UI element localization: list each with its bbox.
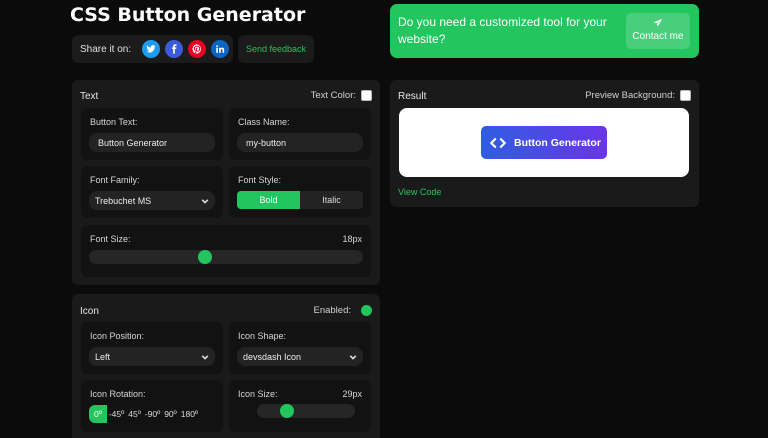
- send-feedback-link[interactable]: Send feedback: [238, 35, 314, 63]
- view-code-link[interactable]: View Code: [398, 187, 441, 197]
- icon-position-card: Icon Position: Left: [81, 322, 223, 374]
- icon-rotation-options: 0º -45º 45º -90º 90º 180º: [89, 405, 200, 423]
- icon-position-select[interactable]: Left: [89, 347, 215, 366]
- text-color-control: Text Color:: [311, 90, 372, 101]
- icon-size-slider-thumb[interactable]: [279, 404, 294, 418]
- preview-button[interactable]: Button Generator: [481, 126, 607, 159]
- icon-enabled-label: Enabled:: [313, 305, 351, 316]
- linkedin-icon: [216, 45, 225, 53]
- icon-panel-title: Icon: [80, 306, 99, 317]
- promo-text: Do you need a customized tool for your w…: [398, 15, 607, 46]
- preview-background-control: Preview Background:: [585, 90, 691, 101]
- promo-banner: Do you need a customized tool for your w…: [390, 4, 699, 58]
- chevron-down-icon: [201, 353, 209, 361]
- icon-shape-card: Icon Shape: devsdash Icon: [229, 322, 371, 374]
- result-panel: Result Preview Background: Button Genera…: [390, 80, 699, 207]
- text-color-label: Text Color:: [310, 90, 356, 101]
- icon-size-value: 29px: [342, 389, 362, 399]
- icon-size-slider[interactable]: [257, 404, 355, 418]
- icon-position-value: Left: [95, 351, 111, 362]
- preview-button-label: Button Generator: [514, 136, 601, 149]
- icon-rotation-card: Icon Rotation: 0º -45º 45º -90º 90º 180º: [81, 380, 223, 432]
- rotation-option-minus-90[interactable]: -90º: [143, 405, 162, 423]
- font-family-label: Font Family:: [90, 175, 140, 185]
- twitter-icon: [146, 45, 156, 53]
- rotation-option-90[interactable]: 90º: [162, 405, 179, 423]
- font-style-label: Font Style:: [238, 175, 282, 185]
- icon-size-label: Icon Size:: [238, 389, 278, 399]
- font-size-label: Font Size:: [90, 234, 131, 244]
- icon-shape-select[interactable]: devsdash Icon: [237, 347, 363, 366]
- font-size-slider-thumb[interactable]: [198, 250, 213, 264]
- font-size-card: Font Size: 18px: [81, 225, 371, 277]
- font-style-bold-option[interactable]: Bold: [237, 191, 300, 209]
- preview-area: Button Generator: [399, 108, 689, 177]
- icon-shape-value: devsdash Icon: [243, 351, 302, 362]
- icon-position-label: Icon Position:: [90, 331, 145, 341]
- facebook-icon: [172, 44, 177, 54]
- pinterest-icon: [192, 44, 202, 54]
- button-text-input[interactable]: Button Generator: [89, 133, 215, 152]
- text-color-swatch[interactable]: [361, 90, 372, 101]
- code-brackets-icon: [489, 137, 507, 148]
- icon-enabled-toggle[interactable]: [361, 305, 372, 316]
- rotation-option-0[interactable]: 0º: [89, 405, 107, 423]
- text-panel: Text Text Color: Button Text: Button Gen…: [72, 80, 380, 285]
- font-style-card: Font Style: Bold Italic: [229, 166, 371, 218]
- twitter-share-button[interactable]: [142, 40, 161, 58]
- facebook-share-button[interactable]: [165, 40, 184, 58]
- text-panel-title: Text: [80, 91, 99, 102]
- font-style-italic-option[interactable]: Italic: [300, 191, 363, 209]
- button-text-label: Button Text:: [90, 117, 138, 127]
- class-name-card: Class Name: my-button: [229, 108, 371, 160]
- contact-me-button[interactable]: Contact me: [626, 13, 690, 49]
- result-panel-title: Result: [398, 91, 427, 102]
- rotation-option-minus-45[interactable]: -45º: [107, 405, 126, 423]
- chevron-down-icon: [201, 197, 209, 205]
- font-size-value: 18px: [342, 234, 362, 244]
- icon-enabled-control: Enabled:: [313, 305, 372, 316]
- pinterest-share-button[interactable]: [188, 40, 207, 58]
- font-family-value: Trebuchet MS: [95, 195, 152, 206]
- font-size-slider[interactable]: [89, 250, 363, 264]
- font-style-toggle: Bold Italic: [237, 191, 363, 209]
- icon-size-card: Icon Size: 29px: [229, 380, 371, 432]
- font-family-card: Font Family: Trebuchet MS: [81, 166, 223, 218]
- class-name-label: Class Name:: [238, 117, 290, 127]
- rotation-option-180[interactable]: 180º: [179, 405, 200, 423]
- paper-plane-icon: [653, 18, 663, 27]
- rotation-option-45[interactable]: 45º: [126, 405, 143, 423]
- font-family-select[interactable]: Trebuchet MS: [89, 191, 215, 210]
- share-label: Share it on:: [80, 43, 132, 55]
- preview-background-swatch[interactable]: [680, 90, 691, 101]
- icon-panel: Icon Enabled: Icon Position: Left Icon S…: [72, 294, 380, 438]
- button-text-card: Button Text: Button Generator: [81, 108, 223, 160]
- icon-rotation-label: Icon Rotation:: [90, 389, 146, 399]
- preview-background-label: Preview Background:: [585, 90, 675, 101]
- icon-shape-label: Icon Shape:: [238, 331, 287, 341]
- chevron-down-icon: [349, 353, 357, 361]
- linkedin-share-button[interactable]: [211, 40, 230, 58]
- page-title: CSS Button Generator: [70, 4, 306, 26]
- share-bar: Share it on:: [72, 35, 233, 63]
- class-name-input[interactable]: my-button: [237, 133, 363, 152]
- contact-me-label: Contact me: [632, 31, 684, 42]
